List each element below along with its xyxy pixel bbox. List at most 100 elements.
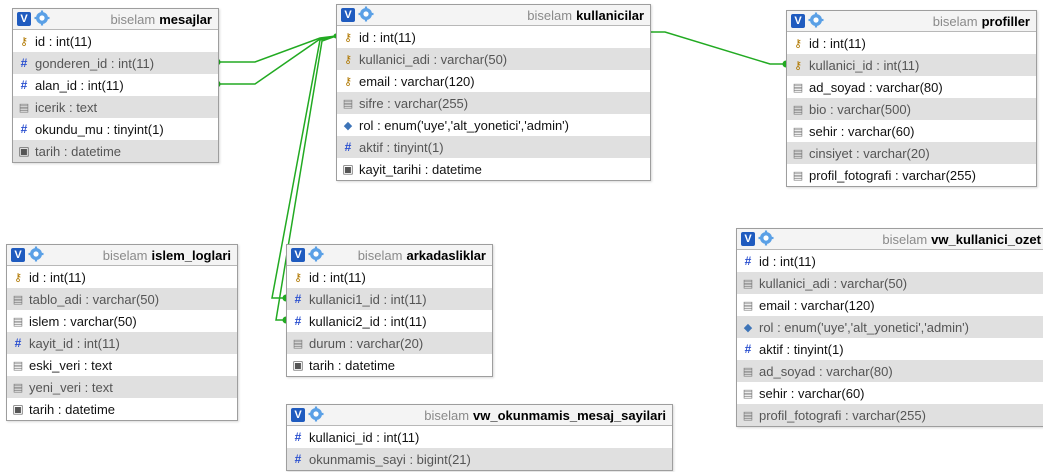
table-profiller[interactable]: Vbiselam profiller ⚷ id : int(11) ⚷ kullanici… — [786, 10, 1037, 187]
gear-icon[interactable] — [755, 230, 774, 249]
table-name: profiller — [981, 13, 1030, 29]
gear-icon[interactable] — [305, 406, 324, 425]
column-row[interactable]: ▤ sifre : varchar(255) — [337, 92, 650, 114]
column-separator: : — [45, 33, 56, 49]
column-row[interactable]: # gonderen_id : int(11) — [13, 52, 218, 74]
gear-icon[interactable] — [25, 246, 44, 265]
column-row[interactable]: ◆ rol : enum('uye','alt_yonetici','admin'… — [337, 114, 650, 136]
column-row[interactable]: ▤ profil_fotografi : varchar(255) — [737, 404, 1043, 426]
column-row[interactable]: # alan_id : int(11) — [13, 74, 218, 96]
toggle-icon[interactable]: V — [17, 12, 31, 26]
column-row[interactable]: ▣ tarih : datetime — [7, 398, 237, 420]
table-kullanicilar[interactable]: Vbiselam kullanicilar ⚷ id : int(11) ⚷ kullan… — [336, 4, 651, 181]
column-type: int(11) — [390, 313, 427, 329]
column-row[interactable]: ⚷ id : int(11) — [287, 266, 492, 288]
toggle-icon[interactable]: V — [741, 232, 755, 246]
table-header[interactable]: Vbiselam vw_kullanici_ozet — [737, 229, 1043, 250]
column-row[interactable]: ▤ tablo_adi : varchar(50) — [7, 288, 237, 310]
table-islem-loglari[interactable]: Vbiselam islem_loglari ⚷ id : int(11) ▤ tablo… — [6, 244, 238, 421]
column-separator: : — [421, 161, 432, 177]
column-type: text — [91, 379, 113, 395]
table-vw-kullanici-ozet[interactable]: Vbiselam vw_kullanici_ozet # id : int(11) ▤ k… — [736, 228, 1043, 427]
column-row[interactable]: ⚷ email : varchar(120) — [337, 70, 650, 92]
gear-icon[interactable] — [355, 6, 374, 25]
column-separator: : — [429, 51, 441, 67]
column-row[interactable]: ▤ kullanici_adi : varchar(50) — [737, 272, 1043, 294]
column-row[interactable]: ▤ eski_veri : text — [7, 354, 237, 376]
table-header[interactable]: Vbiselam islem_loglari — [7, 245, 237, 266]
column-row[interactable]: # kayit_id : int(11) — [7, 332, 237, 354]
table-vw-okunmamis-mesaj-sayilari[interactable]: Vbiselam vw_okunmamis_mesaj_sayilari # kull… — [286, 404, 673, 471]
table-header[interactable]: Vbiselam kullanicilar — [337, 5, 650, 26]
column-row[interactable]: # id : int(11) — [737, 250, 1043, 272]
column-type: tinyint(1) — [793, 341, 844, 357]
table-header[interactable]: Vbiselam arkadasliklar — [287, 245, 492, 266]
column-name: bio — [809, 101, 827, 117]
column-row[interactable]: ▤ icerik : text — [13, 96, 218, 118]
table-arkadasliklar[interactable]: Vbiselam arkadasliklar ⚷ id : int(11) # kulla… — [286, 244, 493, 377]
toggle-icon[interactable]: V — [291, 408, 305, 422]
column-name: id — [309, 269, 320, 285]
column-type: tinyint(1) — [113, 121, 164, 137]
column-separator: : — [81, 379, 92, 395]
column-row[interactable]: ▤ email : varchar(120) — [737, 294, 1043, 316]
table-header[interactable]: Vbiselam vw_okunmamis_mesaj_sayilari — [287, 405, 672, 426]
column-row[interactable]: ▤ ad_soyad : varchar(80) — [787, 76, 1036, 98]
column-row[interactable]: ▤ bio : varchar(500) — [787, 98, 1036, 120]
column-name: cinsiyet — [809, 145, 853, 161]
column-row[interactable]: ⚷ id : int(11) — [787, 32, 1036, 54]
gear-icon[interactable] — [305, 246, 324, 265]
column-name: sehir — [759, 385, 788, 401]
column-row[interactable]: ▣ tarih : datetime — [13, 140, 218, 162]
column-row[interactable]: # kullanici1_id : int(11) — [287, 288, 492, 310]
table-name: kullanicilar — [576, 7, 644, 23]
enum-icon: ◆ — [343, 119, 353, 132]
column-type: bigint(21) — [416, 451, 471, 467]
column-row[interactable]: ▤ cinsiyet : varchar(20) — [787, 142, 1036, 164]
column-row[interactable]: # okundu_mu : tinyint(1) — [13, 118, 218, 140]
column-row[interactable]: ▣ tarih : datetime — [287, 354, 492, 376]
column-row[interactable]: ⚷ id : int(11) — [337, 26, 650, 48]
column-row[interactable]: ⚷ id : int(11) — [13, 30, 218, 52]
column-row[interactable]: ▤ profil_fotografi : varchar(255) — [787, 164, 1036, 186]
column-row[interactable]: ▤ durum : varchar(20) — [287, 332, 492, 354]
gear-icon[interactable] — [31, 10, 50, 29]
toggle-icon[interactable]: V — [341, 8, 355, 22]
table-mesajlar[interactable]: Vbiselam mesajlar ⚷ id : int(11) # gonderen_i… — [12, 8, 219, 163]
column-separator: : — [373, 117, 385, 133]
column-name: email — [359, 73, 391, 89]
column-row[interactable]: # kullanici_id : int(11) — [287, 426, 672, 448]
column-name: id — [359, 29, 370, 45]
column-separator: : — [769, 253, 780, 269]
column-row[interactable]: ⚷ kullanici_id : int(11) — [787, 54, 1036, 76]
column-row[interactable]: ▤ islem : varchar(50) — [7, 310, 237, 332]
column-name: rol — [759, 319, 774, 335]
column-type: int(11) — [779, 253, 816, 269]
hash-icon: # — [744, 342, 752, 356]
column-row[interactable]: # aktif : tinyint(1) — [737, 338, 1043, 360]
column-row[interactable]: ▤ ad_soyad : varchar(80) — [737, 360, 1043, 382]
column-row[interactable]: ▤ sehir : varchar(60) — [737, 382, 1043, 404]
column-type: varchar(255) — [394, 95, 469, 111]
text-icon: ▤ — [792, 125, 804, 138]
column-type: varchar(120) — [400, 73, 475, 89]
column-name: tablo_adi — [29, 291, 82, 307]
column-row[interactable]: ▤ sehir : varchar(60) — [787, 120, 1036, 142]
column-row[interactable]: # kullanici2_id : int(11) — [287, 310, 492, 332]
table-header[interactable]: Vbiselam mesajlar — [13, 9, 218, 30]
text-icon: ▤ — [792, 147, 804, 160]
column-row[interactable]: # aktif : tinyint(1) — [337, 136, 650, 158]
column-row[interactable]: ⚷ kullanici_adi : varchar(50) — [337, 48, 650, 70]
column-name: tarih — [29, 401, 55, 417]
column-type: int(11) — [883, 57, 920, 73]
gear-icon[interactable] — [805, 12, 824, 31]
toggle-icon[interactable]: V — [11, 248, 25, 262]
toggle-icon[interactable]: V — [791, 14, 805, 28]
column-row[interactable]: ⚷ id : int(11) — [7, 266, 237, 288]
column-row[interactable]: ◆ rol : enum('uye','alt_yonetici','admin'… — [737, 316, 1043, 338]
column-row[interactable]: # okunmamis_sayi : bigint(21) — [287, 448, 672, 470]
toggle-icon[interactable]: V — [291, 248, 305, 262]
table-header[interactable]: Vbiselam profiller — [787, 11, 1036, 32]
column-row[interactable]: ▤ yeni_veri : text — [7, 376, 237, 398]
column-row[interactable]: ▣ kayit_tarihi : datetime — [337, 158, 650, 180]
